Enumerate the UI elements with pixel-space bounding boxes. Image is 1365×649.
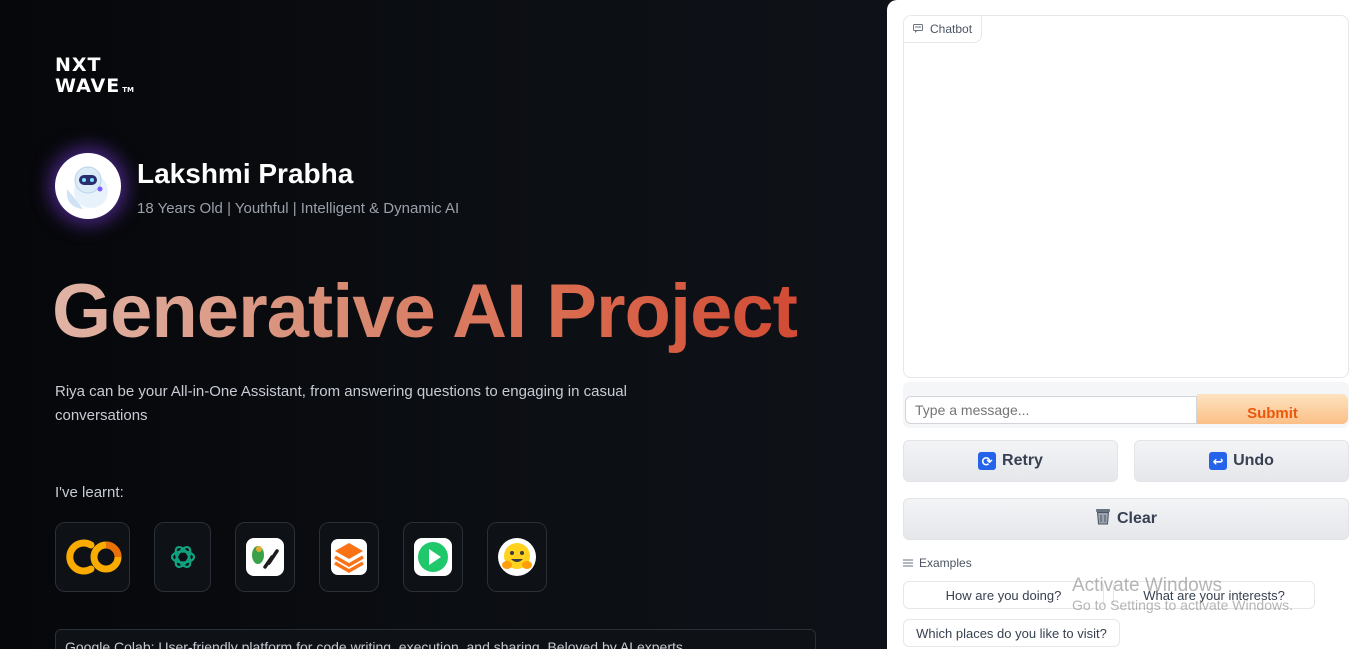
profile-tagline: 18 Years Old | Youthful | Intelligent & … xyxy=(137,200,460,217)
chatbot-window[interactable]: Chatbot xyxy=(903,15,1349,378)
learnt-label: I've learnt: xyxy=(55,484,124,501)
openai-icon[interactable] xyxy=(154,522,211,592)
left-panel: NXT WAVE TM Lakshmi Prabha 18 Years Old |… xyxy=(0,0,887,649)
project-description: Riya can be your All-in-One Assistant, f… xyxy=(55,383,627,424)
submit-button[interactable]: Submit xyxy=(1197,394,1348,424)
examples-label: Examples xyxy=(919,556,972,570)
trash-icon xyxy=(1095,508,1111,530)
undo-label: Undo xyxy=(1233,452,1274,469)
robot-icon xyxy=(55,153,121,219)
chatbot-label: Chatbot xyxy=(930,22,973,36)
logo-tm: TM xyxy=(122,86,134,94)
page-title: Generative AI Project xyxy=(52,269,798,354)
retry-label: Retry xyxy=(1002,452,1043,469)
chat-bubble-icon xyxy=(913,22,923,36)
example-button[interactable]: Which places do you like to visit? xyxy=(903,619,1120,647)
chatbot-tab: Chatbot xyxy=(904,16,983,43)
google-colab-icon[interactable] xyxy=(55,522,130,592)
message-input[interactable] xyxy=(905,396,1197,424)
retry-button[interactable]: ⟳ Retry xyxy=(903,440,1118,482)
chat-panel: Chatbot Submit ⟳ Retry ↩ Undo Clear Exam… xyxy=(887,0,1365,649)
nxtwave-logo: NXT WAVE TM xyxy=(55,55,134,101)
undo-button[interactable]: ↩ Undo xyxy=(1134,440,1349,482)
hugging-face-icon[interactable] xyxy=(487,522,547,592)
example-button[interactable]: How are you doing? xyxy=(903,581,1104,609)
logo-line1: NXT xyxy=(55,54,102,76)
tool-info-card: Google Colab: User-friendly platform for… xyxy=(55,629,816,649)
list-icon xyxy=(903,556,913,570)
clear-label: Clear xyxy=(1116,510,1158,527)
example-button[interactable]: What are your interests? xyxy=(1113,581,1315,609)
examples-header: Examples xyxy=(903,556,972,570)
play-icon[interactable] xyxy=(403,522,463,592)
clear-button[interactable]: Clear xyxy=(903,498,1349,540)
undo-icon: ↩ xyxy=(1209,452,1228,470)
tools-list xyxy=(55,522,547,592)
profile-name: Lakshmi Prabha xyxy=(137,158,354,189)
retry-icon: ⟳ xyxy=(978,452,997,470)
stack-icon[interactable] xyxy=(319,522,379,592)
langchain-icon[interactable] xyxy=(235,522,295,592)
logo-line2: WAVE xyxy=(55,75,121,97)
